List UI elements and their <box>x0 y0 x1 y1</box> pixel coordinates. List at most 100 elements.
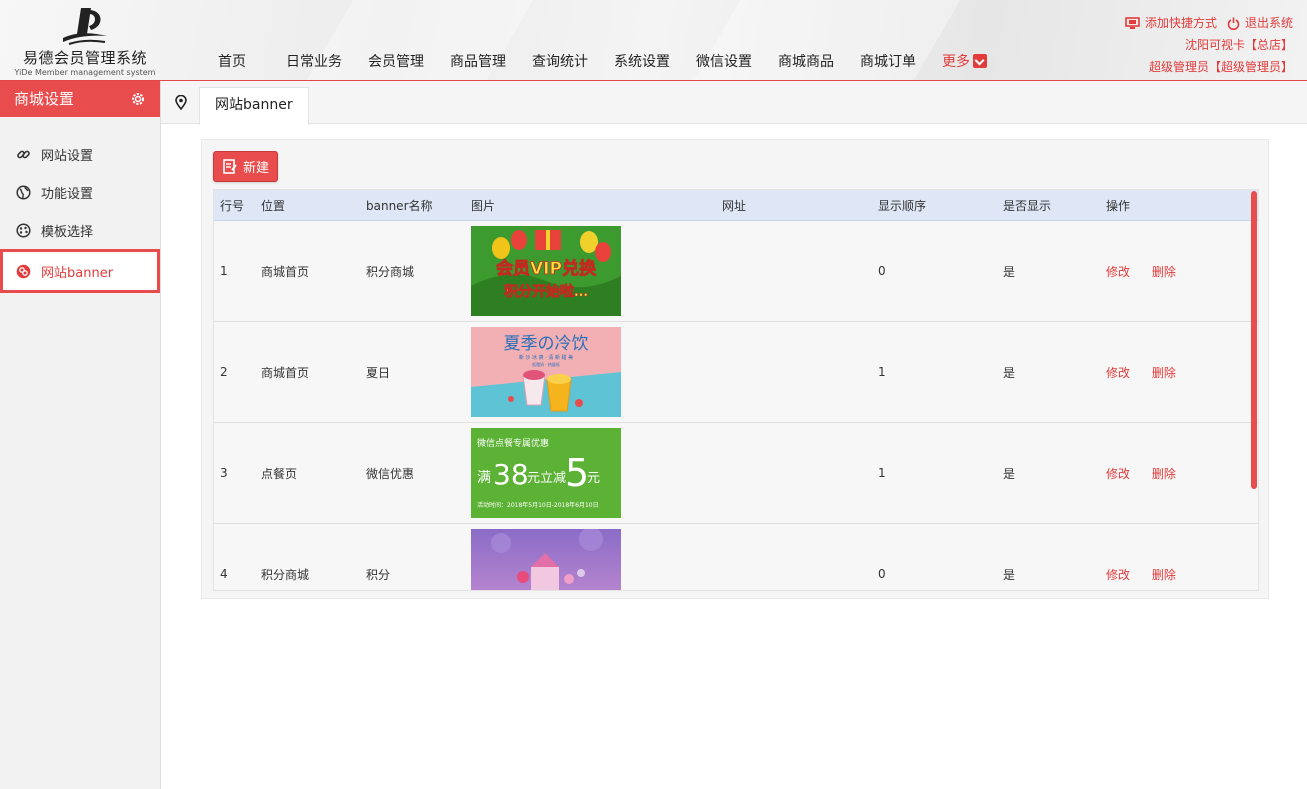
col-actions: 操作 <box>1106 198 1131 213</box>
add-shortcut-label: 添加快捷方式 <box>1144 16 1217 30</box>
sidebar-item-site-banner[interactable]: 网站banner <box>0 249 160 293</box>
sidebar-item-label: 网站banner <box>41 265 114 281</box>
sidebar-item-label: 网站设置 <box>41 148 94 164</box>
cell-row-no: 4 <box>220 567 228 581</box>
sidebar-item-function-settings[interactable]: 功能设置 <box>0 173 160 211</box>
col-url: 网址 <box>722 198 747 213</box>
nav-mall-orders[interactable]: 商城订单 <box>860 51 916 71</box>
cell-banner-name: 微信优惠 <box>366 466 415 481</box>
cell-display-order: 0 <box>878 567 886 581</box>
sidebar-title: 商城设置 <box>14 90 75 108</box>
nav-wechat-settings[interactable]: 微信设置 <box>696 51 752 71</box>
banner-discount-head: 微信点餐专属优惠 <box>477 437 549 449</box>
banner-discount-date: 活动时间：2018年5月10日-2018年6月10日 <box>477 501 599 509</box>
logout-label: 退出系统 <box>1244 16 1293 30</box>
nav-member-management[interactable]: 会员管理 <box>368 51 424 71</box>
palette-icon <box>16 222 31 238</box>
edit-link[interactable]: 修改 <box>1106 366 1130 380</box>
banner-summer-sub2: 低脂奶 · 热量低 <box>532 361 560 367</box>
sidebar-item-active-inner: 网站banner <box>3 252 157 290</box>
current-user: 超级管理员【超级管理员】 <box>1148 60 1293 74</box>
cell-visible: 是 <box>1003 264 1016 279</box>
logo-icon <box>63 8 107 45</box>
cell-actions: 修改 删除 <box>1106 364 1246 381</box>
sidebar-item-site-settings[interactable]: 网站设置 <box>0 135 160 173</box>
add-shortcut-link[interactable]: 添加快捷方式 <box>1125 12 1217 34</box>
banner-vip-line2: 积分开始啦… <box>504 283 588 300</box>
cell-display-order: 0 <box>878 264 886 278</box>
banner-image-wechat-discount: 微信点餐专属优惠 满 38 元立减 5 元 活动时间：2018年5月10日-20… <box>471 428 621 518</box>
nav-mall-products[interactable]: 商城商品 <box>778 51 834 71</box>
banner-summer-title: 夏季の冷饮 <box>504 334 589 354</box>
table-scrollbar[interactable] <box>1251 191 1257 489</box>
gear-icon[interactable] <box>130 91 146 107</box>
location-pin-icon <box>175 95 187 110</box>
tab-site-banner[interactable]: 网站banner <box>199 87 309 125</box>
cell-banner-name: 夏日 <box>366 365 391 380</box>
cell-row-no: 1 <box>220 264 228 278</box>
delete-link[interactable]: 删除 <box>1152 366 1176 380</box>
banner-discount-mid: 元立减 <box>527 471 566 486</box>
cell-actions: 修改 删除 <box>1106 566 1246 583</box>
nav-more-label: 更多 <box>942 54 970 70</box>
col-banner-name: banner名称 <box>366 198 433 213</box>
sidebar: 商城设置 网站设置 功能设置 模板选择 网站banner <box>0 81 161 789</box>
banner-icon <box>16 264 31 278</box>
nav-more[interactable]: 更多 <box>942 51 987 71</box>
banner-image-points <box>471 529 621 590</box>
table-row: 1 商城首页 积分商城 会员VIP兑换 积分开始啦… 0 是 修改 删除 <box>214 221 1258 322</box>
col-position: 位置 <box>261 198 286 213</box>
cell-image: 会员VIP兑换 积分开始啦… <box>471 226 722 316</box>
banner-discount-yuan: 元 <box>587 471 600 486</box>
delete-link[interactable]: 删除 <box>1152 568 1176 582</box>
cell-position: 商城首页 <box>261 365 310 380</box>
nav-home[interactable]: 首页 <box>218 51 246 71</box>
nav-system-settings[interactable]: 系统设置 <box>614 51 670 71</box>
edit-link[interactable]: 修改 <box>1106 265 1130 279</box>
tab-strip: 网站banner <box>161 81 1307 125</box>
edit-link[interactable]: 修改 <box>1106 467 1130 481</box>
col-image: 图片 <box>471 198 496 213</box>
table-row: 3 点餐页 微信优惠 微信点餐专属优惠 满 38 元立减 5 元 活动时间：20… <box>214 423 1258 524</box>
cell-banner-name: 积分商城 <box>366 264 415 279</box>
sidebar-header: 商城设置 <box>0 81 160 117</box>
banner-table: 行号 位置 banner名称 图片 网址 显示顺序 是否显示 操作 1 商城首页… <box>213 189 1259 591</box>
new-button-label: 新建 <box>243 161 270 176</box>
nav-query-statistics[interactable]: 查询统计 <box>532 51 588 71</box>
sidebar-item-label: 功能设置 <box>41 186 94 202</box>
globe-icon <box>16 184 31 200</box>
logout-link[interactable]: 退出系统 <box>1227 12 1293 34</box>
cell-position: 商城首页 <box>261 264 310 279</box>
table-row: 2 商城首页 夏日 夏季の冷饮 新 沙 冰 爽 · 清 新 甜 美 低脂奶 · … <box>214 322 1258 423</box>
cell-row-no: 3 <box>220 466 228 480</box>
logo[interactable]: 易德会员管理系统 YiDe Member management system <box>10 4 160 77</box>
banner-discount-man: 满 <box>477 470 491 486</box>
new-button[interactable]: 新建 <box>213 151 279 182</box>
power-icon <box>1227 17 1240 30</box>
col-display-order: 显示顺序 <box>878 198 927 213</box>
sidebar-item-template-select[interactable]: 模板选择 <box>0 211 160 249</box>
user-panel: 添加快捷方式 退出系统 沈阳可视卡【总店】 超级管理员【超级管理员】 <box>1115 12 1293 78</box>
monitor-icon <box>1125 16 1140 29</box>
delete-link[interactable]: 删除 <box>1152 265 1176 279</box>
banner-image-vip: 会员VIP兑换 积分开始啦… <box>471 226 621 316</box>
cell-row-no: 2 <box>220 365 228 379</box>
cell-position: 积分商城 <box>261 567 310 582</box>
edit-link[interactable]: 修改 <box>1106 568 1130 582</box>
top-header: 易德会员管理系统 YiDe Member management system 首… <box>0 0 1307 81</box>
sidebar-menu: 网站设置 功能设置 模板选择 网站banner <box>0 135 160 293</box>
delete-link[interactable]: 删除 <box>1152 467 1176 481</box>
cell-visible: 是 <box>1003 567 1016 582</box>
col-visible: 是否显示 <box>1003 198 1052 213</box>
cell-display-order: 1 <box>878 466 886 480</box>
edit-document-icon <box>223 159 237 174</box>
cell-image: 微信点餐专属优惠 满 38 元立减 5 元 活动时间：2018年5月10日-20… <box>471 428 722 518</box>
col-row-no: 行号 <box>220 198 245 213</box>
cell-position: 点餐页 <box>261 466 298 481</box>
cell-image <box>471 529 722 590</box>
chevron-down-icon <box>973 54 987 68</box>
banner-discount-n1: 38 <box>493 458 529 491</box>
nav-product-management[interactable]: 商品管理 <box>450 51 506 71</box>
nav-daily-business[interactable]: 日常业务 <box>286 51 342 71</box>
cell-banner-name: 积分 <box>366 567 391 582</box>
